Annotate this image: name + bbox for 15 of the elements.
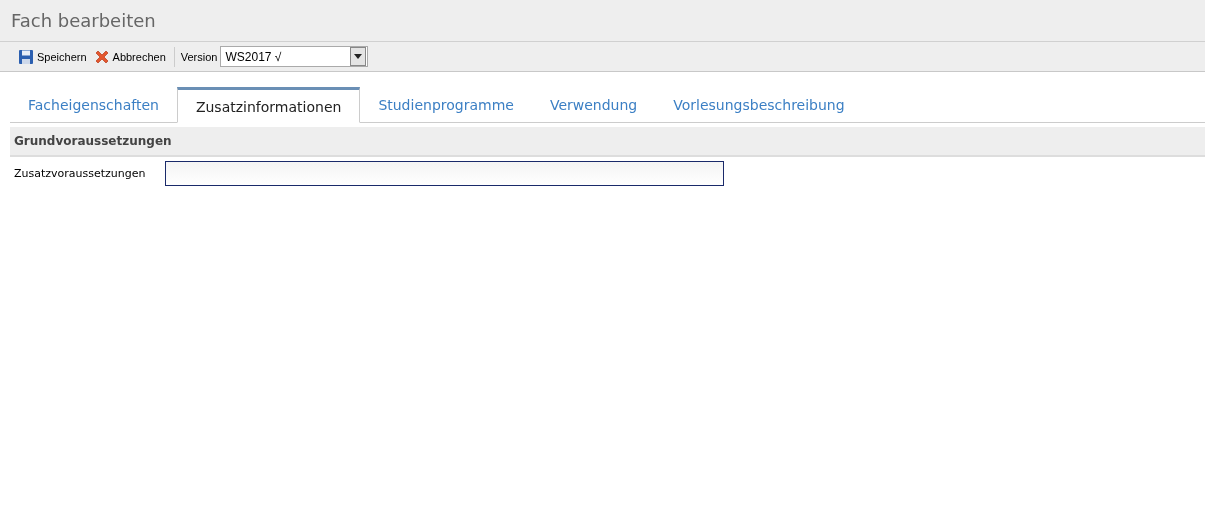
page-title: Fach bearbeiten (11, 10, 156, 31)
tab[interactable]: Studienprogramme (360, 88, 532, 123)
tab[interactable]: Vorlesungsbeschreibung (655, 88, 863, 123)
tab[interactable]: Facheigenschaften (10, 88, 177, 123)
save-button[interactable]: Speichern (16, 48, 89, 65)
section-header: Grundvoraussetzungen (10, 127, 1205, 157)
version-select[interactable]: WS2017 √ (220, 46, 369, 67)
cancel-button[interactable]: Abbrechen (91, 48, 168, 65)
version-label: Version (180, 50, 218, 63)
dropdown-caret-icon (350, 47, 367, 66)
input-field[interactable] (165, 161, 724, 186)
tab[interactable]: Zusatzinformationen (176, 87, 361, 123)
tab[interactable]: Verwendung (531, 88, 656, 123)
cross-icon (93, 48, 110, 65)
field-label: Zusatzvoraussetzungen (14, 167, 147, 180)
